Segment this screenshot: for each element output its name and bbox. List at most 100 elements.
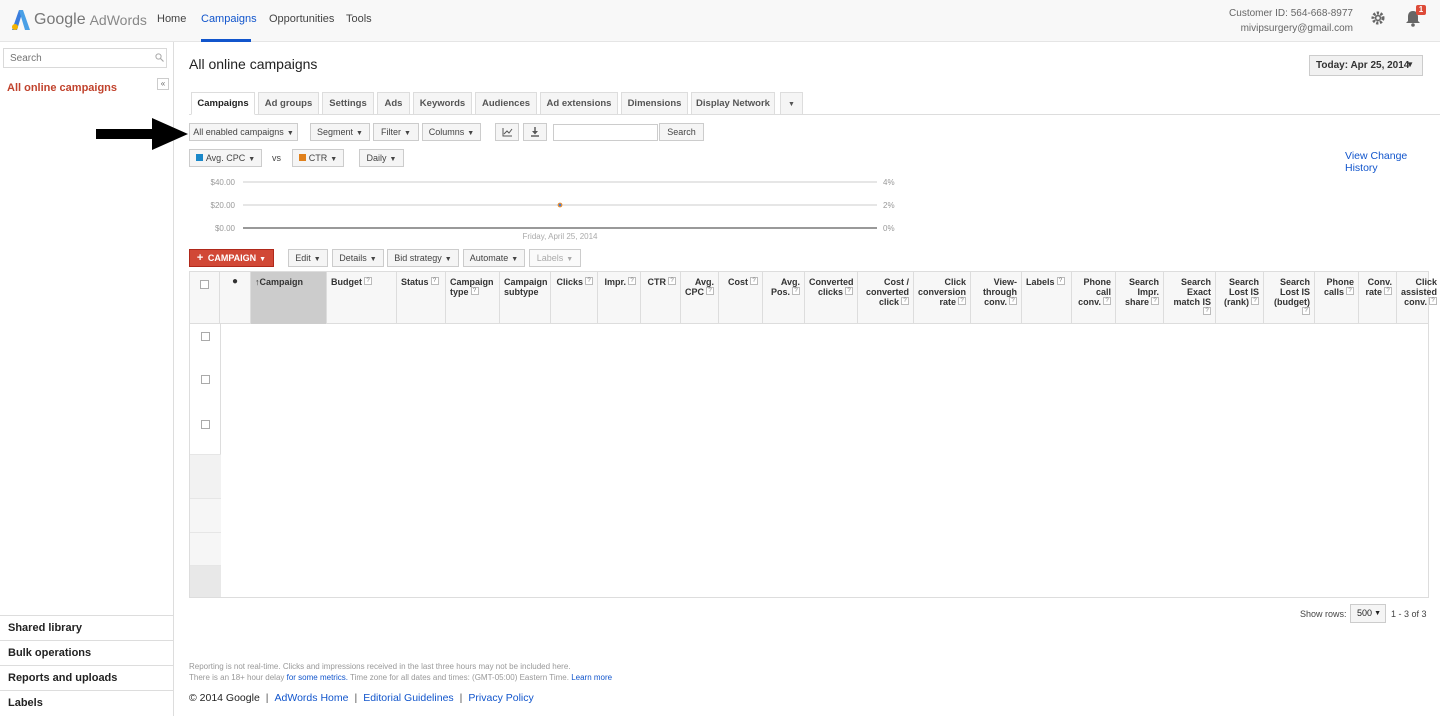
adwords-home-link[interactable]: AdWords Home	[275, 692, 349, 704]
account-email[interactable]: mivipsurgery@gmail.com	[1241, 23, 1353, 34]
column-header[interactable]: Conv. rate?	[1359, 272, 1397, 324]
tab-display-network[interactable]: Display Network	[691, 92, 775, 115]
help-icon[interactable]: ?	[792, 287, 800, 295]
column-header[interactable]: Clicks?	[551, 272, 598, 324]
columns-dropdown[interactable]: Columns ▼	[422, 123, 481, 141]
table-search-input[interactable]	[553, 124, 658, 141]
help-icon[interactable]: ?	[470, 287, 479, 295]
search-icon[interactable]	[155, 53, 164, 62]
tab-campaigns[interactable]: Campaigns	[191, 92, 255, 115]
row-checkbox[interactable]	[201, 375, 210, 384]
column-header[interactable]: Cost / converted click?	[858, 272, 914, 324]
help-icon[interactable]: ?	[628, 277, 636, 285]
bid-strategy-dropdown[interactable]: Bid strategy ▼	[387, 249, 459, 267]
help-icon[interactable]: ?	[1203, 307, 1211, 315]
column-header[interactable]: Budget?	[327, 272, 397, 324]
gear-icon[interactable]	[1370, 10, 1386, 26]
help-icon[interactable]: ?	[1056, 277, 1065, 285]
adwords-logo[interactable]: Google AdWords	[12, 8, 147, 32]
sidebar-item-reports-and-uploads[interactable]: Reports and uploads	[0, 665, 174, 690]
help-icon[interactable]: ?	[1251, 297, 1259, 305]
column-header[interactable]: Campaign type?	[446, 272, 500, 324]
help-icon[interactable]: ?	[1346, 287, 1354, 295]
tab-ad-groups[interactable]: Ad groups	[258, 92, 319, 115]
tab-keywords[interactable]: Keywords	[413, 92, 472, 115]
help-icon[interactable]: ?	[668, 277, 676, 285]
column-header[interactable]: CTR?	[641, 272, 681, 324]
select-all-checkbox[interactable]	[200, 280, 209, 289]
column-header[interactable]: Search Lost IS (rank)?	[1216, 272, 1264, 324]
column-header[interactable]: ↑Campaign	[251, 272, 327, 324]
column-header[interactable]: Cost?	[719, 272, 763, 324]
details-dropdown[interactable]: Details ▼	[332, 249, 384, 267]
sidebar-item-labels[interactable]: Labels	[0, 690, 174, 715]
segment-dropdown[interactable]: Segment ▼	[310, 123, 370, 141]
column-header[interactable]: Status?	[397, 272, 446, 324]
column-header[interactable]: Click assisted conv.?	[1397, 272, 1440, 324]
nav-campaigns[interactable]: Campaigns	[201, 13, 257, 25]
view-change-history-link[interactable]: View Change History	[1345, 150, 1440, 174]
show-rows-select[interactable]: 500 ▼	[1350, 604, 1386, 623]
help-icon[interactable]: ?	[1151, 297, 1159, 305]
nav-tools[interactable]: Tools	[346, 13, 372, 25]
help-icon[interactable]: ?	[958, 297, 966, 305]
column-header[interactable]: Click conversion rate?	[914, 272, 971, 324]
some-metrics-link[interactable]: for some metrics.	[287, 673, 348, 682]
tab-ad-extensions[interactable]: Ad extensions	[540, 92, 618, 115]
column-header[interactable]: Labels?	[1022, 272, 1072, 324]
help-icon[interactable]: ?	[750, 277, 758, 285]
nav-opportunities[interactable]: Opportunities	[269, 13, 334, 25]
column-header[interactable]: Search Lost IS (budget)?	[1264, 272, 1315, 324]
help-icon[interactable]: ?	[430, 277, 439, 285]
help-icon[interactable]: ?	[706, 287, 715, 295]
help-icon[interactable]: ?	[364, 277, 372, 285]
column-header[interactable]: Converted clicks?	[805, 272, 858, 324]
help-icon[interactable]: ?	[845, 287, 853, 295]
filter-dropdown[interactable]: Filter ▼	[373, 123, 419, 141]
column-header[interactable]: Avg. CPC?	[681, 272, 719, 324]
metric2-dropdown[interactable]: CTR ▼	[292, 149, 344, 167]
automate-dropdown[interactable]: Automate ▼	[463, 249, 525, 267]
status-dot-column[interactable]: ●	[220, 272, 251, 324]
date-range-selector[interactable]: Today: Apr 25, 2014 ▼	[1309, 55, 1423, 76]
sidebar-search-input[interactable]	[3, 48, 167, 68]
toggle-graph-button[interactable]	[495, 123, 519, 141]
help-icon[interactable]: ?	[1302, 307, 1310, 315]
tab-ads[interactable]: Ads	[377, 92, 410, 115]
privacy-policy-link[interactable]: Privacy Policy	[468, 692, 533, 704]
download-button[interactable]	[523, 123, 547, 141]
tab-dimensions[interactable]: Dimensions	[621, 92, 688, 115]
help-icon[interactable]: ?	[1429, 297, 1437, 305]
tab-audiences[interactable]: Audiences	[475, 92, 537, 115]
help-icon[interactable]: ?	[1103, 297, 1111, 305]
edit-dropdown[interactable]: Edit ▼	[288, 249, 328, 267]
help-icon[interactable]: ?	[1009, 297, 1017, 305]
campaign-filter-scope-dropdown[interactable]: All enabled campaigns ▼	[189, 123, 298, 141]
column-header[interactable]: Avg. Pos.?	[763, 272, 805, 324]
table-search-button[interactable]: Search	[659, 123, 704, 141]
tab-settings[interactable]: Settings	[322, 92, 374, 115]
labels-dropdown[interactable]: Labels ▼	[529, 249, 581, 267]
learn-more-link[interactable]: Learn more	[571, 673, 612, 682]
column-header[interactable]: Campaign subtype	[500, 272, 551, 324]
column-header[interactable]: Search Exact match IS?	[1164, 272, 1216, 324]
add-campaign-button[interactable]: + CAMPAIGN ▼	[189, 249, 274, 267]
column-header[interactable]: Impr.?	[598, 272, 641, 324]
column-header[interactable]: View-through conv.?	[971, 272, 1022, 324]
help-icon[interactable]: ?	[901, 297, 909, 305]
sidebar-item-bulk-operations[interactable]: Bulk operations	[0, 640, 174, 665]
sidebar-item-all-online-campaigns[interactable]: All online campaigns	[7, 82, 117, 94]
metric1-dropdown[interactable]: Avg. CPC ▼	[189, 149, 262, 167]
more-tabs-button[interactable]: ▼	[780, 92, 803, 115]
nav-home[interactable]: Home	[157, 13, 186, 25]
column-header[interactable]: Search Impr. share?	[1116, 272, 1164, 324]
sidebar-item-shared-library[interactable]: Shared library	[0, 615, 174, 640]
collapse-sidebar-button[interactable]: «	[157, 78, 169, 90]
column-header[interactable]: Phone calls?	[1315, 272, 1359, 324]
help-icon[interactable]: ?	[1384, 287, 1392, 295]
row-checkbox[interactable]	[201, 420, 210, 429]
granularity-dropdown[interactable]: Daily ▼	[359, 149, 404, 167]
help-icon[interactable]: ?	[585, 277, 593, 285]
column-header[interactable]: Phone call conv.?	[1072, 272, 1116, 324]
editorial-guidelines-link[interactable]: Editorial Guidelines	[363, 692, 453, 704]
